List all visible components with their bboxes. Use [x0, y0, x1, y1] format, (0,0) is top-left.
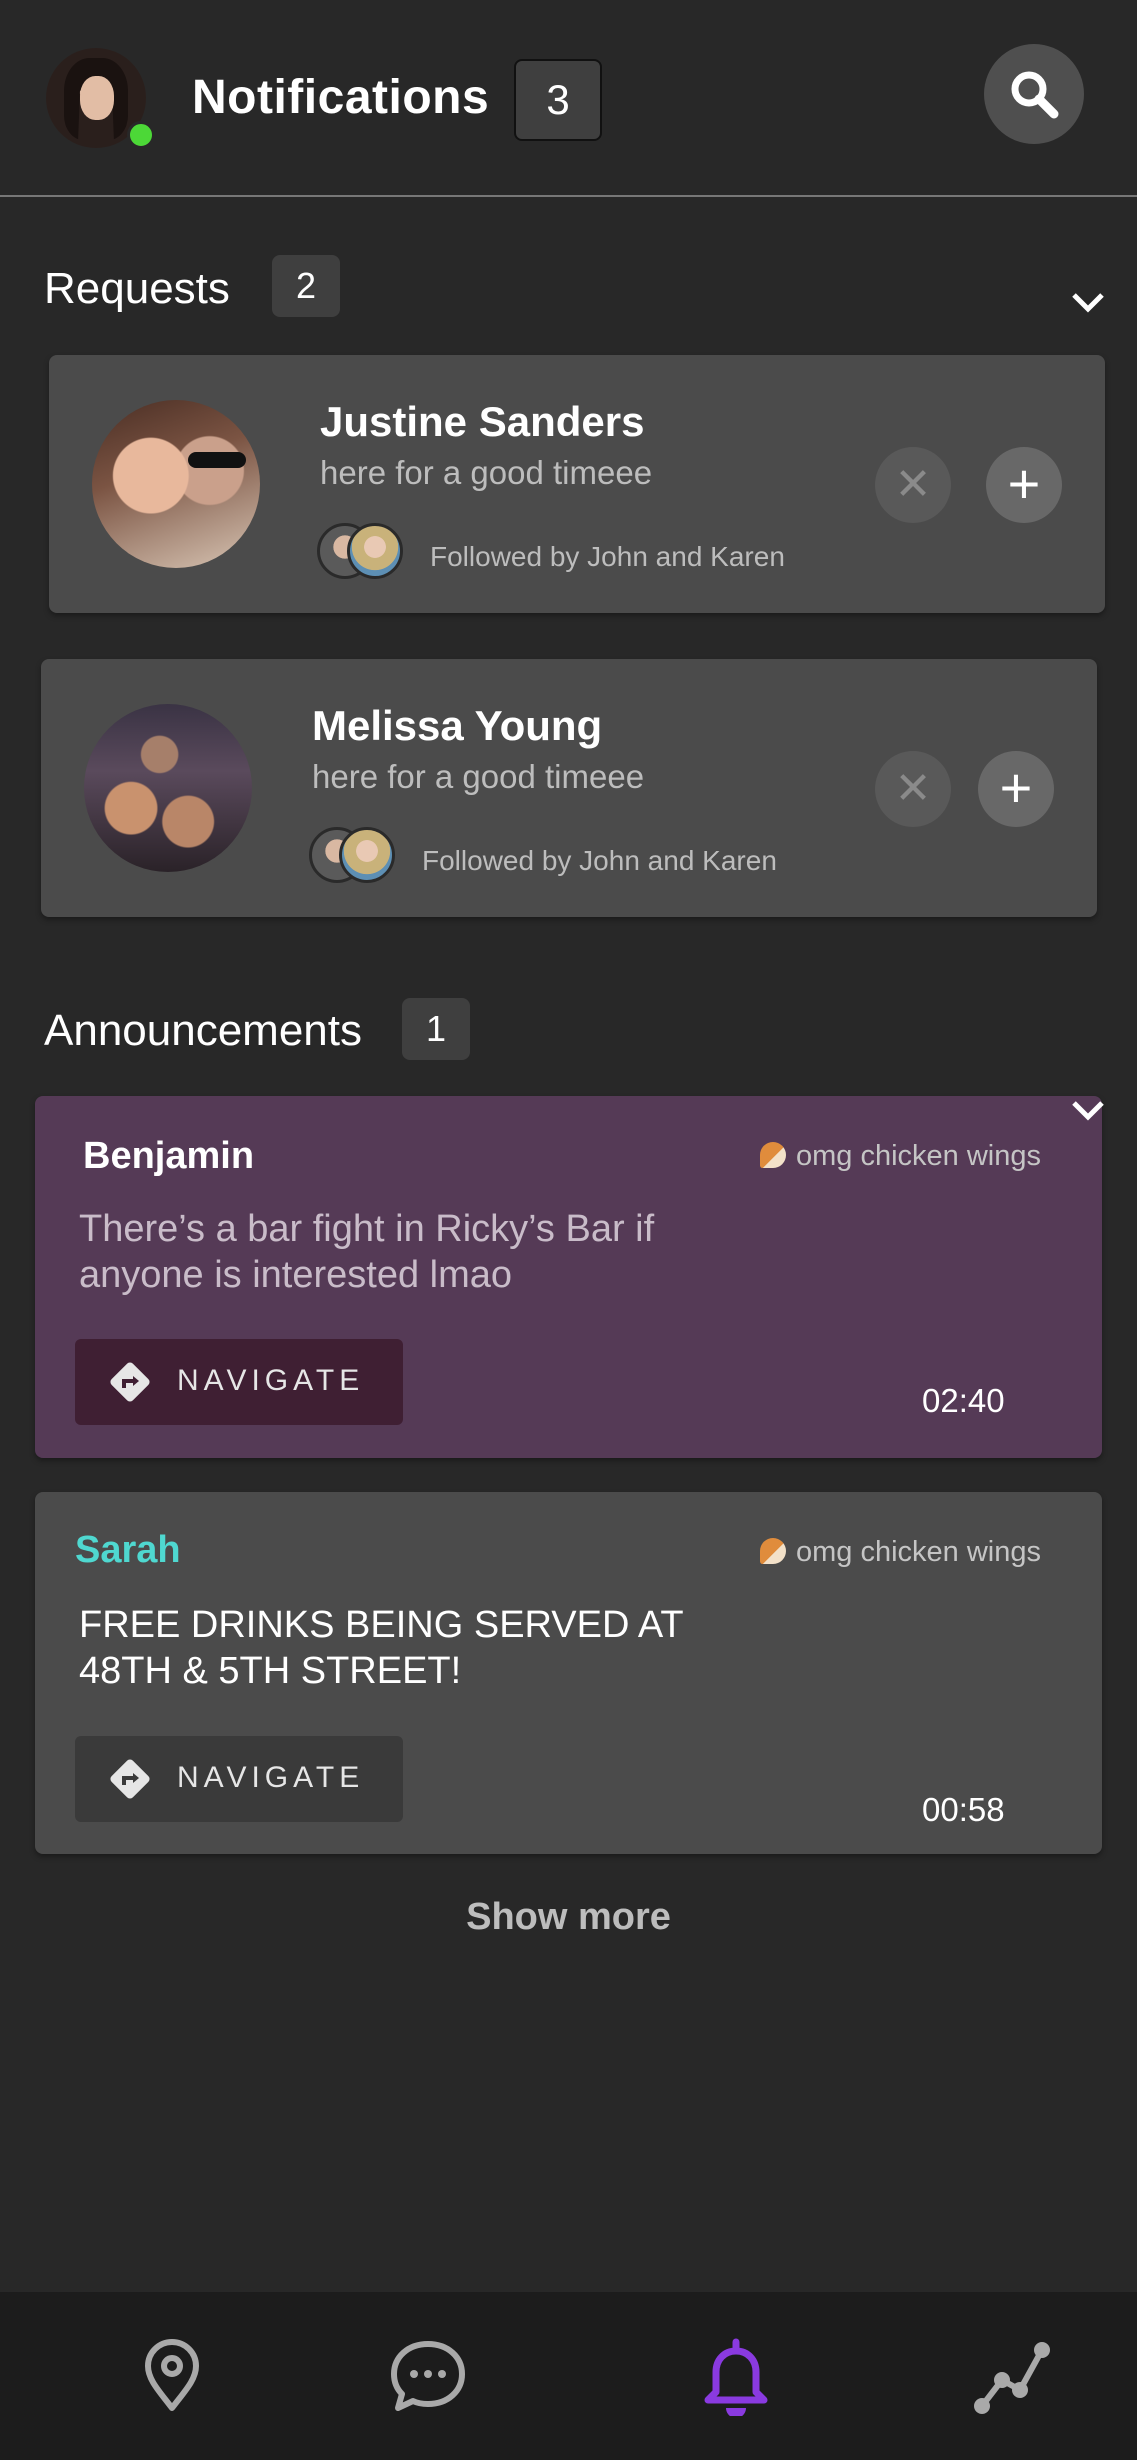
- page-title: Notifications: [192, 71, 490, 124]
- collapse-announcements-chevron-icon[interactable]: [1070, 1098, 1106, 1122]
- request-avatar[interactable]: [84, 704, 252, 872]
- followed-by-text: Followed by John and Karen: [430, 541, 785, 572]
- announcement-tag-label: omg chicken wings: [796, 1140, 1041, 1172]
- directions-icon: [110, 1759, 150, 1799]
- request-avatar[interactable]: [92, 400, 260, 568]
- request-bio: here for a good timeee: [320, 454, 653, 491]
- directions-icon: [110, 1362, 150, 1402]
- requests-title: Requests: [44, 264, 230, 313]
- announcement-card[interactable]: Benjamin omg chicken wings There’s a bar…: [35, 1096, 1104, 1458]
- request-name[interactable]: Melissa Young: [312, 701, 602, 751]
- notification-count-badge: 3: [514, 59, 602, 141]
- navigate-label: NAVIGATE: [177, 1761, 365, 1794]
- announcements-title: Announcements: [44, 1006, 362, 1055]
- plus-icon: +: [999, 756, 1033, 819]
- announcement-time: 00:58: [922, 1791, 1005, 1828]
- announcement-author[interactable]: Sarah: [75, 1528, 181, 1572]
- decline-request-button[interactable]: ✕: [875, 751, 951, 827]
- announcement-time: 02:40: [922, 1382, 1005, 1419]
- bell-icon: [704, 2338, 768, 2416]
- mutual-friend-avatar: [339, 827, 395, 883]
- avatar-face: [80, 76, 114, 120]
- search-button[interactable]: [984, 44, 1084, 144]
- followed-by-text: Followed by John and Karen: [422, 845, 777, 876]
- chicken-leg-icon: [760, 1142, 786, 1168]
- announcement-tag-label: omg chicken wings: [796, 1536, 1041, 1568]
- announcement-author[interactable]: Benjamin: [83, 1134, 254, 1178]
- online-status-dot: [127, 121, 155, 149]
- chat-bubble-icon: [391, 2341, 465, 2411]
- request-card[interactable]: Melissa Young here for a good timeee Fol…: [41, 659, 1097, 917]
- navigate-label: NAVIGATE: [177, 1364, 365, 1397]
- tab-notifications[interactable]: [594, 2292, 878, 2460]
- navigate-button[interactable]: NAVIGATE: [75, 1736, 403, 1822]
- collapse-requests-chevron-icon[interactable]: [1070, 290, 1106, 314]
- request-bio: here for a good timeee: [312, 758, 645, 795]
- accept-request-button[interactable]: +: [986, 447, 1062, 523]
- tab-chat[interactable]: [286, 2292, 570, 2460]
- announcement-card[interactable]: Sarah omg chicken wings FREE DRINKS BEIN…: [35, 1492, 1102, 1854]
- close-icon: ✕: [894, 764, 932, 813]
- close-icon: ✕: [894, 460, 932, 509]
- announcement-text: FREE DRINKS BEING SERVED AT 48TH & 5TH S…: [79, 1604, 683, 1692]
- request-name[interactable]: Justine Sanders: [320, 397, 644, 447]
- accept-request-button[interactable]: +: [978, 751, 1054, 827]
- chicken-leg-icon: [760, 1538, 786, 1564]
- search-icon: [1011, 71, 1059, 119]
- requests-count-badge: 2: [272, 255, 340, 317]
- avatar-sunglasses: [188, 452, 246, 468]
- tab-activity[interactable]: [870, 2292, 1137, 2460]
- header: Notifications 3: [0, 0, 1137, 197]
- tab-map[interactable]: [30, 2292, 314, 2460]
- show-more-button[interactable]: Show more: [0, 1894, 1137, 1940]
- map-pin-icon: [145, 2339, 199, 2411]
- decline-request-button[interactable]: ✕: [875, 447, 951, 523]
- announcement-tag: omg chicken wings: [760, 1138, 1041, 1174]
- announcement-tag: omg chicken wings: [760, 1534, 1041, 1570]
- plus-icon: +: [1007, 452, 1041, 515]
- announcement-text: There’s a bar fight in Ricky’s Bar if an…: [79, 1208, 655, 1296]
- activity-graph-icon: [974, 2342, 1050, 2414]
- mutual-friend-avatar: [347, 523, 403, 579]
- announcements-count-badge: 1: [402, 998, 470, 1060]
- request-card[interactable]: Justine Sanders here for a good timeee F…: [49, 355, 1105, 613]
- navigate-button[interactable]: NAVIGATE: [75, 1339, 403, 1425]
- bottom-navigation: [0, 2292, 1137, 2460]
